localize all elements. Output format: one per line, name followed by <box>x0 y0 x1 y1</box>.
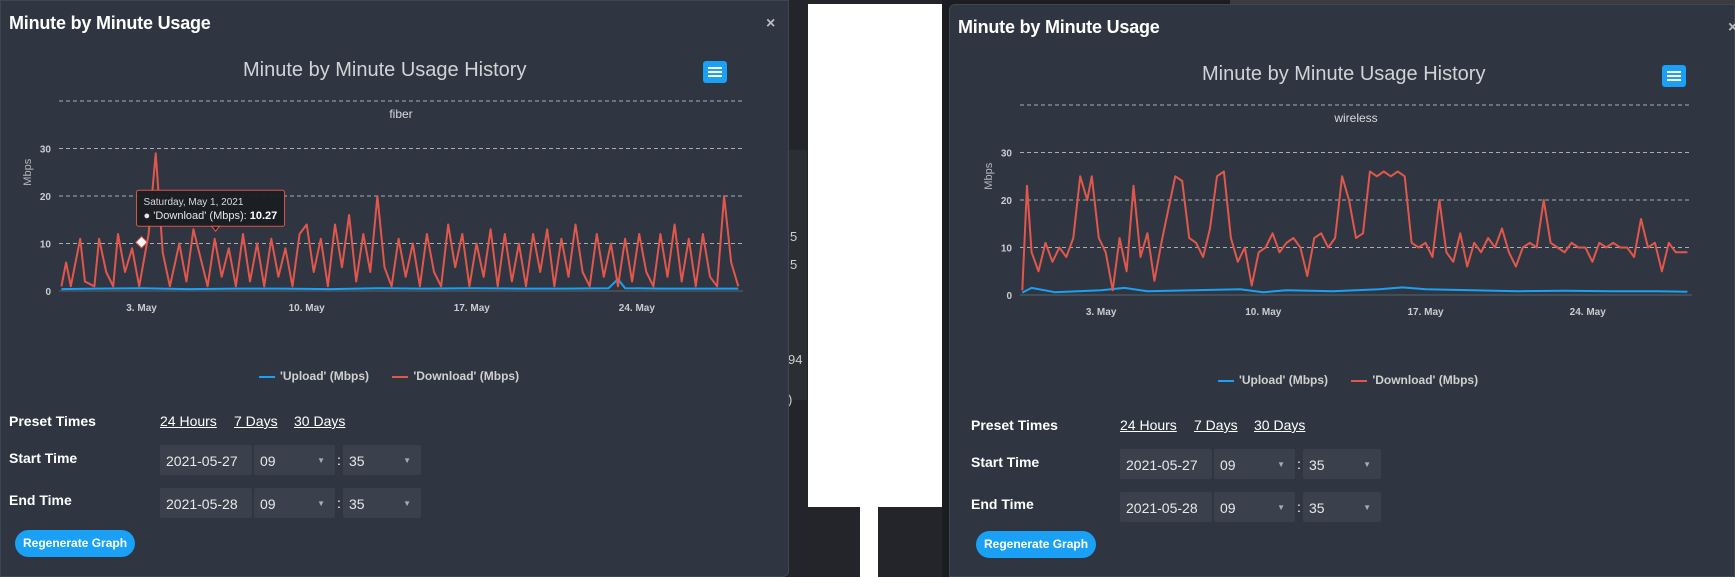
x-tick-label: 10. May <box>289 303 326 314</box>
usage-modal-wireless: Minute by Minute Usage × Minute by Minut… <box>949 4 1735 577</box>
end-hour-select[interactable]: 09 ▼ <box>1214 492 1295 522</box>
modal-title: Minute by Minute Usage <box>9 13 211 33</box>
time-separator: : <box>337 452 341 468</box>
x-tick-label: 24. May <box>1570 307 1607 318</box>
chart-tooltip: Saturday, May 1, 2021 ● 'Download' (Mbps)… <box>136 189 286 233</box>
start-minute-select[interactable]: 35 ▼ <box>1303 449 1381 479</box>
y-tick-label: 10 <box>40 240 52 251</box>
chart-menu-button[interactable] <box>703 61 727 83</box>
chart-subtitle: fiber <box>389 107 412 121</box>
start-minute-select[interactable]: 35 ▼ <box>343 445 421 475</box>
end-time-label: End Time <box>9 492 72 508</box>
legend-download[interactable]: 'Download' (Mbps) <box>392 369 519 383</box>
chart-subtitle: wireless <box>1333 111 1377 125</box>
time-separator: : <box>337 495 341 511</box>
usage-modal-fiber: Minute by Minute Usage × Minute by Minut… <box>0 0 789 577</box>
usage-chart: wireless 0 10 20 30 Mbps 3. May 10. May 17. May 2… <box>983 104 1692 318</box>
tooltip-pointer <box>210 225 221 233</box>
upload-series-line <box>61 278 739 291</box>
modal-title: Minute by Minute Usage <box>958 17 1160 37</box>
background-white-panel <box>860 500 878 577</box>
x-tick-label: 3. May <box>126 303 157 314</box>
end-minute-select[interactable]: 35 ▼ <box>343 488 421 518</box>
x-tick-label: 17. May <box>1407 307 1444 318</box>
y-tick-label: 20 <box>1001 196 1013 207</box>
preset-7d-link[interactable]: 7 Days <box>1194 417 1238 433</box>
legend-upload[interactable]: 'Upload' (Mbps) <box>259 369 369 383</box>
x-tick-label: 3. May <box>1086 307 1117 318</box>
preset-times-label: Preset Times <box>9 413 96 429</box>
end-time-label: End Time <box>971 496 1034 512</box>
end-minute-select[interactable]: 35 ▼ <box>1303 492 1381 522</box>
time-separator: : <box>1297 456 1301 472</box>
y-tick-label: 0 <box>45 287 51 298</box>
legend-upload[interactable]: 'Upload' (Mbps) <box>1218 373 1328 387</box>
regenerate-graph-button[interactable]: Regenerate Graph <box>976 531 1097 558</box>
start-date-input[interactable]: 2021-05-27 <box>1120 449 1212 479</box>
x-tick-label: 10. May <box>1245 307 1282 318</box>
regenerate-graph-button[interactable]: Regenerate Graph <box>15 530 136 557</box>
preset-30d-link[interactable]: 30 Days <box>294 413 345 429</box>
x-tick-label: 24. May <box>619 303 656 314</box>
preset-7d-link[interactable]: 7 Days <box>234 413 278 429</box>
preset-times-label: Preset Times <box>971 417 1058 433</box>
tooltip-date: Saturday, May 1, 2021 <box>144 197 244 208</box>
start-time-label: Start Time <box>9 450 78 466</box>
background-text: 5 <box>790 257 798 272</box>
background-white-panel <box>808 4 942 507</box>
close-button[interactable]: × <box>1728 19 1735 37</box>
usage-chart: fiber 0 10 20 30 Mbps 3. May 10. May 17. May 24. … <box>22 100 743 314</box>
y-axis-label: Mbps <box>983 162 995 189</box>
legend-download[interactable]: 'Download' (Mbps) <box>1351 373 1478 387</box>
time-separator: : <box>1297 499 1301 515</box>
chart-legend: 'Upload' (Mbps) 'Download' (Mbps) <box>259 369 539 383</box>
background-text: 94 <box>788 352 803 367</box>
start-time-label: Start Time <box>971 454 1040 470</box>
chart-title: Minute by Minute Usage History <box>243 59 527 81</box>
end-date-input[interactable]: 2021-05-28 <box>160 488 252 518</box>
upload-series-line <box>1021 286 1688 294</box>
start-hour-select[interactable]: 09 ▼ <box>254 445 335 475</box>
chart-legend: 'Upload' (Mbps) 'Download' (Mbps) <box>1218 373 1498 387</box>
tooltip-value-number: 10.27 <box>250 210 278 222</box>
start-date-input[interactable]: 2021-05-27 <box>160 445 252 475</box>
y-axis-label: Mbps <box>22 158 34 185</box>
preset-24h-link[interactable]: 24 Hours <box>1120 417 1177 433</box>
background-text: 5 <box>790 229 798 244</box>
download-series-line <box>1021 170 1688 292</box>
chart-title: Minute by Minute Usage History <box>1202 63 1486 85</box>
y-tick-label: 10 <box>1001 244 1013 255</box>
y-tick-label: 0 <box>1006 291 1012 302</box>
preset-24h-link[interactable]: 24 Hours <box>160 413 217 429</box>
tooltip-value: ● 'Download' (Mbps): 10.27 <box>144 210 278 222</box>
close-button[interactable]: × <box>766 15 775 33</box>
preset-30d-link[interactable]: 30 Days <box>1254 417 1305 433</box>
y-tick-label: 30 <box>1001 149 1013 160</box>
end-date-input[interactable]: 2021-05-28 <box>1120 492 1212 522</box>
x-tick-label: 17. May <box>454 303 491 314</box>
start-hour-select[interactable]: 09 ▼ <box>1214 449 1295 479</box>
end-hour-select[interactable]: 09 ▼ <box>254 488 335 518</box>
y-tick-label: 30 <box>40 145 52 156</box>
y-tick-label: 20 <box>40 192 52 203</box>
chart-menu-button[interactable] <box>1662 65 1686 87</box>
